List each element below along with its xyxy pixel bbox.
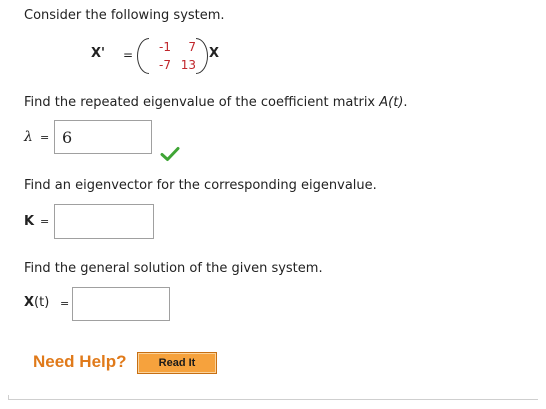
system-equals: = <box>123 48 134 62</box>
system-lhs: X' <box>91 46 105 62</box>
matrix-left-paren <box>137 38 149 74</box>
q1-prompt-end: . <box>403 95 408 110</box>
q1-prompt: Find the repeated eigenvalue of the coef… <box>24 95 408 111</box>
lambda-equals: = <box>40 131 50 144</box>
general-solution-label: X(t) <box>24 295 49 311</box>
eigenvalue-input[interactable] <box>54 120 152 154</box>
matrix-entry-2-1: -7 <box>159 58 171 72</box>
general-solution-arg: (t) <box>34 295 50 310</box>
left-divider-tick <box>8 395 9 400</box>
q3-prompt: Find the general solution of the given s… <box>24 261 323 276</box>
k-equals: = <box>40 215 50 228</box>
matrix-entry-1-2: 7 <box>188 40 196 54</box>
q1-prompt-math: A(t) <box>379 95 404 110</box>
matrix-entry-2-2: 13 <box>180 58 196 72</box>
q1-prompt-text: Find the repeated eigenvalue of the coef… <box>24 95 380 110</box>
matrix-right-paren <box>196 38 208 74</box>
need-help-label: Need Help? <box>33 352 127 371</box>
general-solution-var: X <box>24 295 35 310</box>
correct-check-icon <box>160 147 180 161</box>
general-solution-equals: = <box>60 297 70 310</box>
eigenvector-input[interactable] <box>54 204 154 239</box>
matrix-entry-1-1: -1 <box>159 40 171 54</box>
question-page: { "intro": "Consider the following syste… <box>0 0 546 409</box>
system-lhs-var: X' <box>91 46 106 61</box>
k-label: K <box>24 214 35 229</box>
read-it-button[interactable]: Read It <box>137 352 217 374</box>
general-solution-input[interactable] <box>72 287 170 321</box>
q2-prompt: Find an eigenvector for the correspondin… <box>24 178 377 193</box>
lambda-label: λ <box>24 129 33 145</box>
system-rhs: X <box>209 46 220 61</box>
intro-text: Consider the following system. <box>24 8 225 23</box>
bottom-divider <box>8 399 538 400</box>
